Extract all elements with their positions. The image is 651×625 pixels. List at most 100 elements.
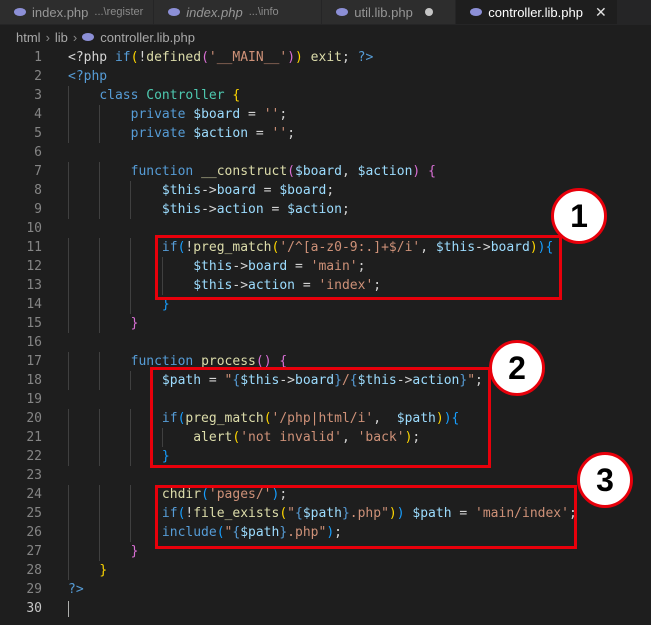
line-number: 19 xyxy=(26,392,42,407)
code-token: $action xyxy=(287,202,342,217)
breadcrumb-item-html[interactable]: html xyxy=(16,30,41,45)
annotation-badge-3: 3 xyxy=(577,452,633,508)
tab-index-info[interactable]: index.php ...\info xyxy=(154,0,323,24)
php-file-icon xyxy=(470,8,483,16)
line-number: 20 xyxy=(26,411,42,426)
annotation-badge-1: 1 xyxy=(551,188,607,244)
line-number: 14 xyxy=(26,297,42,312)
code-line[interactable]: 15 } xyxy=(0,314,651,333)
code-line[interactable]: 16 xyxy=(0,333,651,352)
php-file-icon xyxy=(82,33,95,41)
code-text: <?php if(!defined('__MAIN__')) exit; ?> xyxy=(68,48,373,67)
code-token: -> xyxy=(201,202,217,217)
line-number: 16 xyxy=(26,335,42,350)
code-text: <?php xyxy=(68,67,107,86)
line-number: 3 xyxy=(34,88,42,103)
line-number: 7 xyxy=(34,164,42,179)
code-token: defined xyxy=(146,50,202,65)
unsaved-dot-icon[interactable] xyxy=(424,8,433,16)
line-number: 24 xyxy=(26,487,42,502)
close-icon[interactable]: ✕ xyxy=(595,4,607,21)
code-token: function xyxy=(130,164,194,179)
code-line[interactable]: 28 } xyxy=(0,561,651,580)
code-token: ?> xyxy=(357,50,374,65)
line-number: 30 xyxy=(26,601,42,616)
code-line[interactable]: 6 xyxy=(0,143,651,162)
code-token: $action xyxy=(193,126,249,141)
line-number: 22 xyxy=(26,449,42,464)
code-text: } xyxy=(68,314,139,333)
line-number: 18 xyxy=(26,373,42,388)
annotation-box-1 xyxy=(155,235,562,300)
code-token: $this xyxy=(161,202,202,217)
line-number: 26 xyxy=(26,525,42,540)
code-token: $this xyxy=(161,183,202,198)
code-text: $this->board = $board; xyxy=(68,181,334,200)
code-line[interactable]: 30 xyxy=(0,599,651,618)
code-token: $board xyxy=(279,183,327,198)
line-number: 12 xyxy=(26,259,42,274)
code-token: <?php xyxy=(68,69,108,84)
code-line[interactable]: 1 <?php if(!defined('__MAIN__')) exit; ?> xyxy=(0,48,651,67)
line-number: 1 xyxy=(34,50,42,65)
code-text: function __construct($board, $action) { xyxy=(68,162,436,181)
php-file-icon xyxy=(14,8,26,16)
code-token: ; xyxy=(287,126,296,141)
tab-util-lib[interactable]: util.lib.php xyxy=(322,0,457,24)
code-line[interactable]: 3 class Controller { xyxy=(0,86,651,105)
annotation-box-3 xyxy=(155,485,577,549)
code-text: } xyxy=(68,542,139,561)
code-line[interactable]: 7 function __construct($board, $action) … xyxy=(0,162,651,181)
code-line[interactable]: 8 $this->board = $board; xyxy=(0,181,651,200)
code-token: '' xyxy=(263,107,280,122)
code-line[interactable]: 29 ?> xyxy=(0,580,651,599)
annotation-badge-2: 2 xyxy=(489,340,545,396)
tab-filename: controller.lib.php xyxy=(488,4,583,20)
line-number: 21 xyxy=(26,430,42,445)
tab-index-register[interactable]: index.php ...\register xyxy=(0,0,155,24)
tab-filename: util.lib.php xyxy=(354,4,413,20)
line-number: 2 xyxy=(34,69,42,84)
code-token: = xyxy=(263,202,288,217)
code-line[interactable]: 4 private $board = ''; xyxy=(0,105,651,124)
code-line[interactable]: 23 xyxy=(0,466,651,485)
code-text: $this->action = $action; xyxy=(68,200,350,219)
text-cursor xyxy=(68,600,69,617)
tab-description: ...\info xyxy=(248,6,279,18)
chevron-right-icon: › xyxy=(72,29,78,45)
code-token: action xyxy=(216,202,264,217)
tab-description: ...\register xyxy=(94,6,144,18)
line-number: 23 xyxy=(26,468,42,483)
code-text: private $board = ''; xyxy=(68,105,288,124)
line-number: 27 xyxy=(26,544,42,559)
breadcrumb-item-file[interactable]: controller.lib.php xyxy=(100,30,195,45)
code-text: } xyxy=(68,561,107,580)
tab-filename: index.php xyxy=(32,4,89,20)
code-token: -> xyxy=(201,183,217,198)
code-token: ; xyxy=(341,202,350,217)
code-text: private $action = ''; xyxy=(68,124,295,143)
code-token: __construct xyxy=(201,164,288,179)
code-token: '__MAIN__' xyxy=(208,50,288,65)
tab-bar: index.php ...\register index.php ...\inf… xyxy=(0,0,651,25)
tab-controller-lib[interactable]: controller.lib.php ✕ xyxy=(456,0,618,24)
code-line[interactable]: 2 <?php xyxy=(0,67,651,86)
line-number: 6 xyxy=(34,145,42,160)
code-token: } xyxy=(130,316,139,331)
code-line[interactable]: 5 private $action = ''; xyxy=(0,124,651,143)
breadcrumb-item-lib[interactable]: lib xyxy=(55,30,68,45)
line-number: 25 xyxy=(26,506,42,521)
breadcrumb: html › lib › controller.lib.php xyxy=(0,26,651,48)
